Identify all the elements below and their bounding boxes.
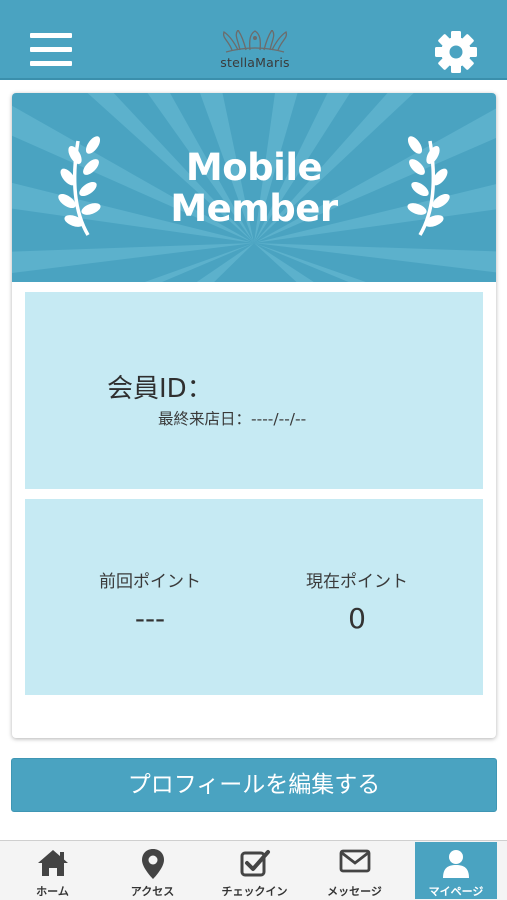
- settings-button[interactable]: [434, 30, 478, 74]
- hamburger-icon-bar: [30, 47, 72, 52]
- previous-points-value: ---: [134, 602, 166, 635]
- home-icon: [37, 850, 68, 876]
- banner-title: Mobile Member: [12, 147, 496, 229]
- points-panel: 前回ポイント --- 現在ポイント 0: [25, 499, 483, 695]
- last-visit-value: ----/--/--: [251, 410, 307, 428]
- banner-title-line2: Member: [170, 187, 338, 230]
- envelope-icon: [339, 849, 370, 873]
- edit-profile-button[interactable]: プロフィールを編集する: [11, 758, 497, 812]
- map-pin-icon: [141, 849, 164, 879]
- current-points-label: 現在ポイント: [306, 572, 408, 592]
- member-info-panel: 会員ID： 最終来店日：----/--/--: [25, 292, 483, 489]
- member-card: Mobile Member 会員ID： 最終来店日：----/--/-- 前回ポ…: [12, 93, 496, 738]
- tab-checkin-label: チェックイン: [221, 885, 288, 898]
- tab-mypage[interactable]: マイページ: [415, 842, 497, 899]
- last-visit-label: 最終来店日：: [158, 410, 252, 428]
- brand-logo-text: stellaMaris: [220, 55, 290, 70]
- current-points-value: 0: [348, 602, 366, 635]
- previous-points: 前回ポイント ---: [50, 567, 250, 635]
- previous-points-label: 前回ポイント: [99, 572, 201, 592]
- crown-logo-icon: [222, 28, 288, 53]
- banner-title-line1: Mobile: [185, 146, 323, 189]
- checkbox-icon: [240, 850, 270, 877]
- menu-button[interactable]: [30, 33, 74, 71]
- hamburger-icon-bar: [30, 33, 72, 38]
- hamburger-icon-bar: [30, 61, 72, 66]
- brand-logo[interactable]: stellaMaris: [212, 28, 298, 76]
- tab-message-label: メッセージ: [327, 885, 382, 898]
- current-points: 現在ポイント 0: [257, 567, 457, 635]
- last-visit: 最終来店日：----/--/--: [158, 407, 306, 429]
- member-id-label: 会員ID：: [107, 374, 213, 404]
- gear-icon: [435, 31, 477, 73]
- tab-home[interactable]: ホーム: [2, 841, 103, 900]
- tab-mypage-label: マイページ: [428, 885, 484, 898]
- app-header: stellaMaris: [0, 0, 507, 80]
- tab-access[interactable]: アクセス: [102, 841, 203, 900]
- user-icon: [443, 850, 469, 878]
- tab-checkin[interactable]: チェックイン: [204, 841, 305, 900]
- tab-access-label: アクセス: [130, 885, 175, 898]
- tab-home-label: ホーム: [36, 885, 69, 898]
- bottom-tab-bar: ホーム アクセス チェックイン メッセージ マイページ: [0, 840, 507, 900]
- tab-message[interactable]: メッセージ: [304, 841, 405, 900]
- mobile-member-banner: Mobile Member: [12, 93, 496, 282]
